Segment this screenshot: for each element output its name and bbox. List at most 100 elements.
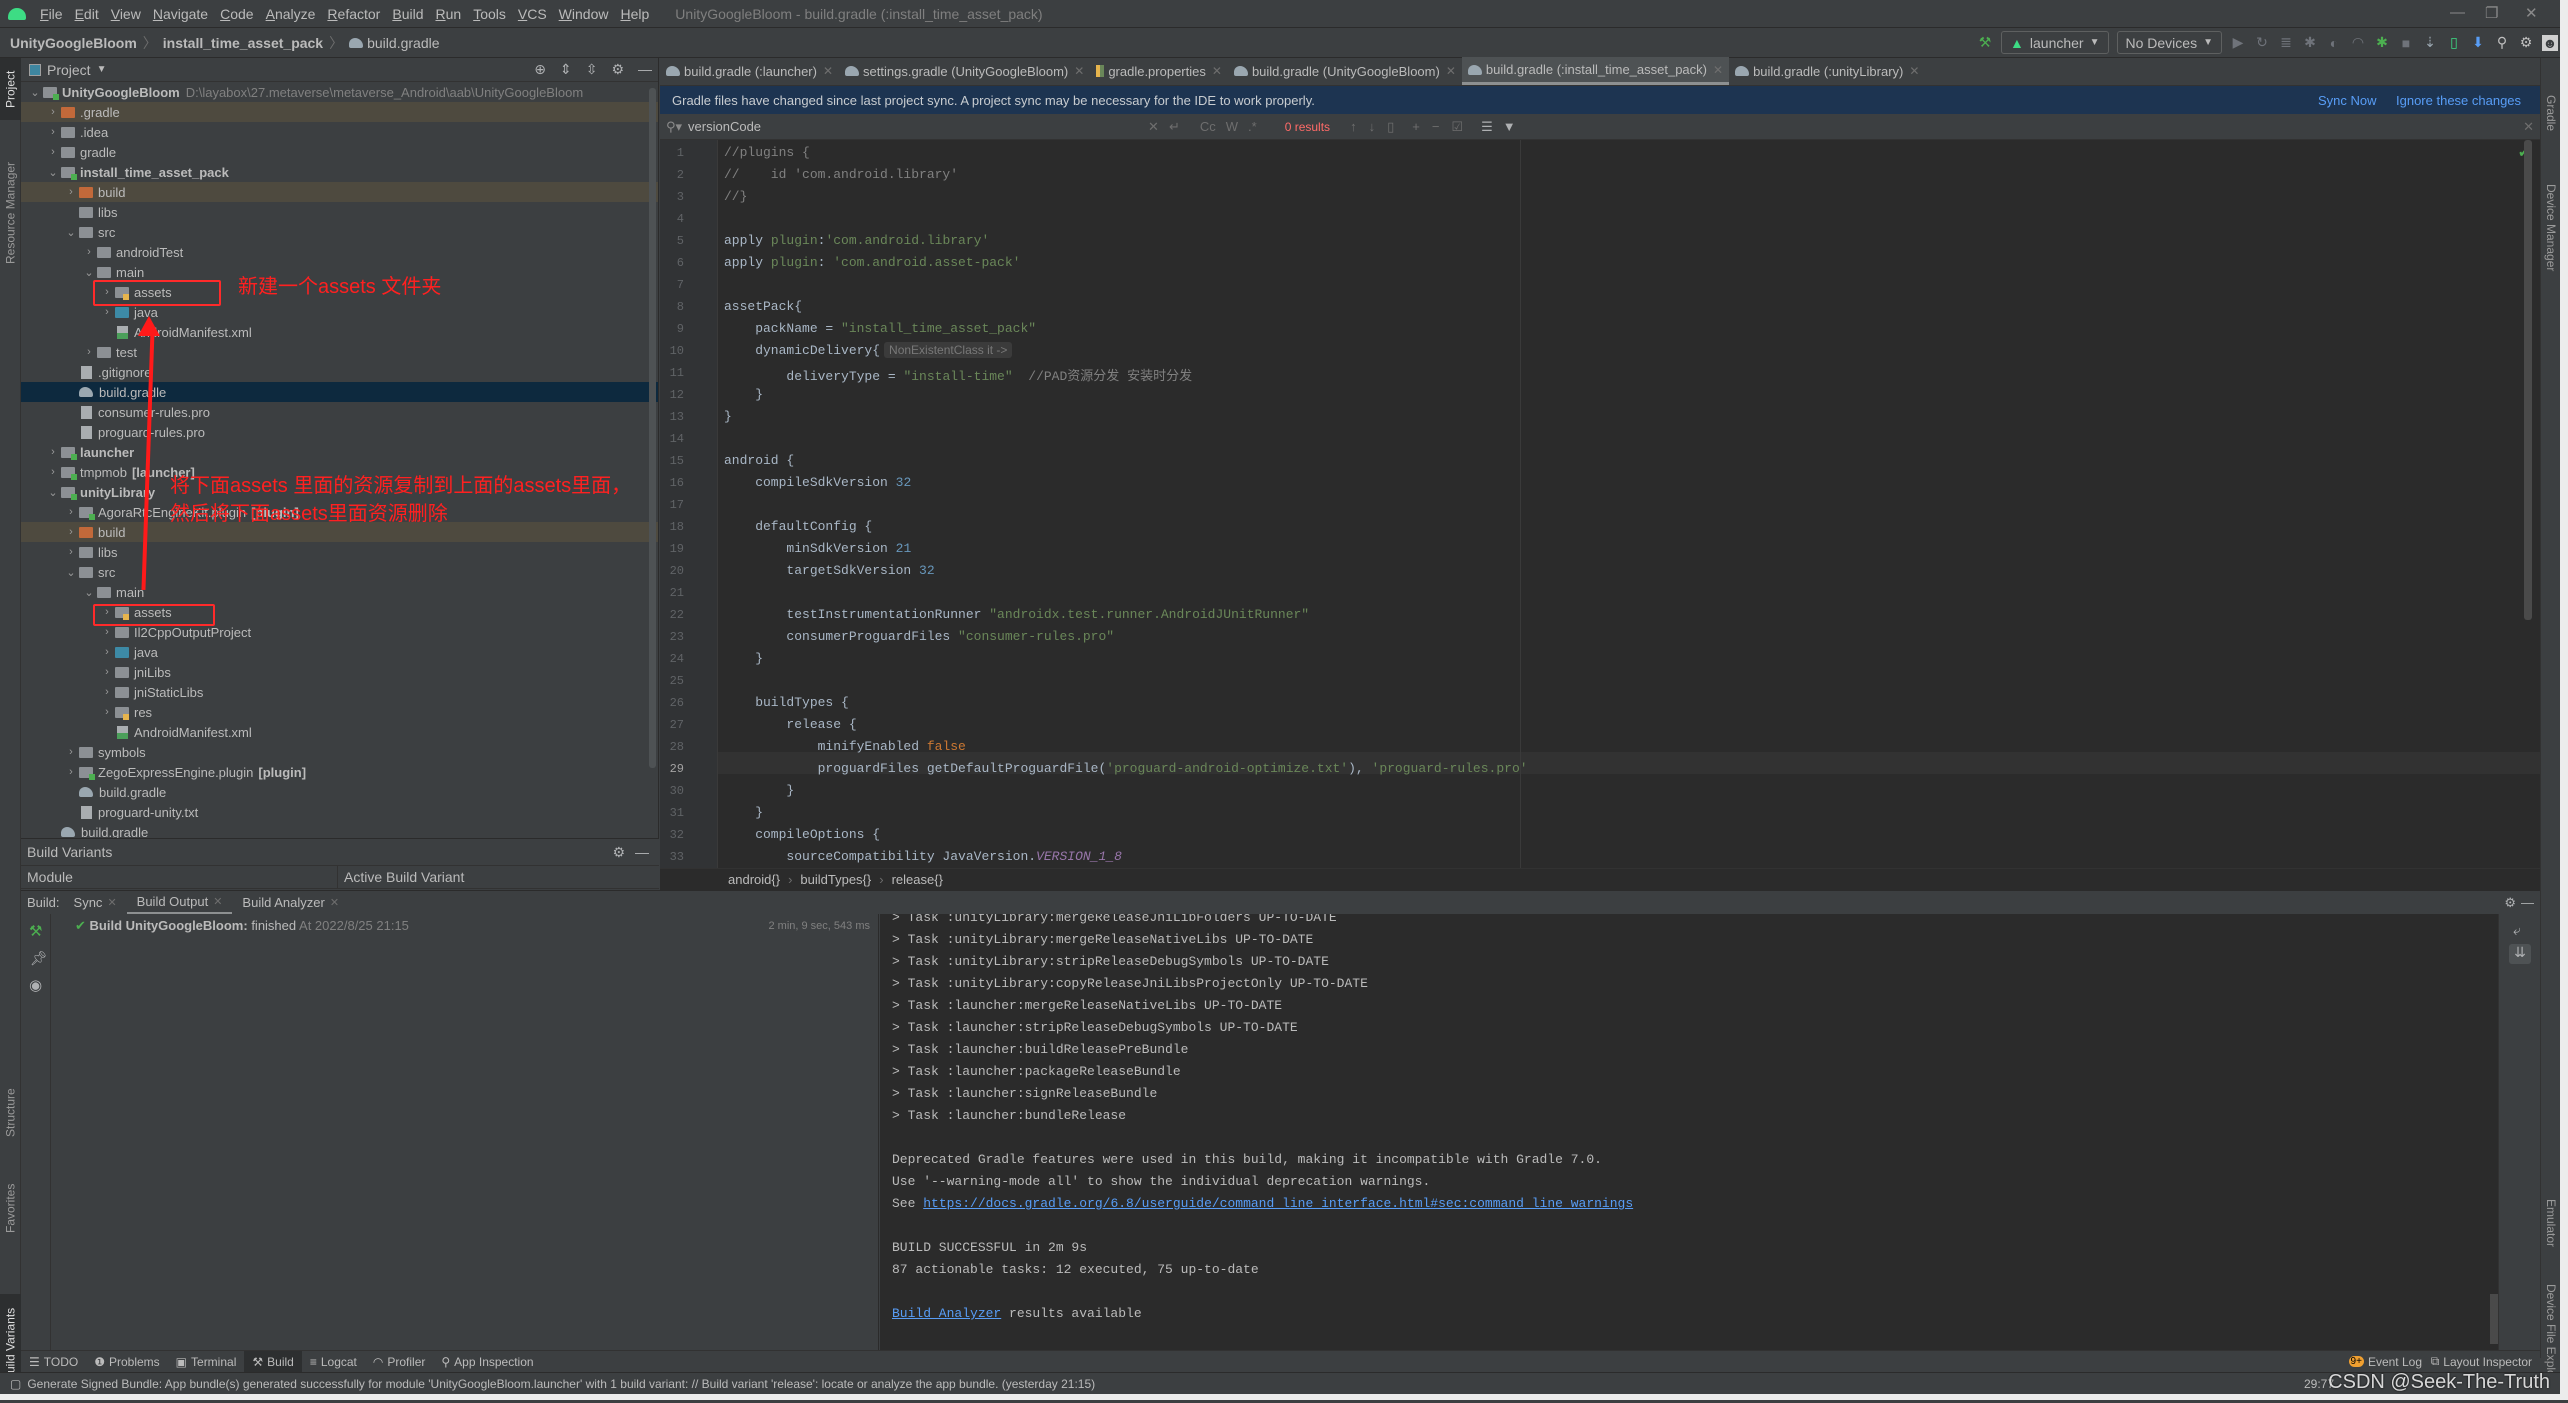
apply-changes-icon[interactable]: ↻: [2254, 34, 2270, 51]
console-scrollbar[interactable]: [2490, 1294, 2498, 1344]
add-occurrence-icon[interactable]: +: [1412, 119, 1420, 134]
hammer-build-icon[interactable]: ⚒: [1977, 34, 1993, 51]
next-occurrence-icon[interactable]: ↓: [1369, 119, 1376, 134]
tool-tab-favorites[interactable]: Favorites: [0, 1168, 21, 1248]
previous-occurrence-icon[interactable]: ↑: [1350, 119, 1357, 134]
tree-item[interactable]: build.gradle: [21, 822, 658, 838]
chevron-right-icon[interactable]: ›: [45, 106, 61, 118]
chevron-down-icon[interactable]: ⌄: [27, 86, 43, 99]
breadcrumb-module[interactable]: install_time_asset_pack: [163, 35, 323, 51]
chevron-down-icon[interactable]: ⌄: [45, 166, 61, 179]
pin-icon[interactable]: 📌︎: [30, 950, 48, 967]
menu-file[interactable]: File: [34, 6, 69, 22]
tool-button-todo[interactable]: ☰ TODO: [21, 1351, 86, 1373]
chevron-right-icon[interactable]: ›: [99, 686, 115, 698]
close-window-button[interactable]: ✕: [2525, 4, 2538, 22]
breadcrumb-project[interactable]: UnityGoogleBloom: [10, 35, 137, 51]
hammer-rebuild-icon[interactable]: ⚒: [29, 922, 42, 940]
column-active-build-variant[interactable]: Active Build Variant: [338, 866, 648, 888]
sync-now-link[interactable]: Sync Now: [2318, 93, 2377, 108]
new-line-icon[interactable]: ↵: [1169, 119, 1180, 135]
chevron-right-icon[interactable]: ›: [81, 246, 97, 258]
close-tab-icon[interactable]: ✕: [1074, 64, 1084, 78]
gear-icon[interactable]: ⚙: [2504, 895, 2516, 911]
profile-icon[interactable]: ◠: [2350, 34, 2366, 51]
match-case-toggle[interactable]: Cc: [1200, 119, 1216, 134]
tool-tab-gradle[interactable]: Gradle: [2541, 78, 2561, 148]
crumb-buildtypes[interactable]: buildTypes{}: [800, 872, 871, 887]
close-tab-icon[interactable]: ✕: [823, 64, 833, 78]
chevron-right-icon[interactable]: ›: [63, 186, 79, 198]
avatar-icon[interactable]: ☻: [2542, 34, 2558, 51]
build-analyzer-link[interactable]: Build Analyzer: [892, 1306, 1001, 1321]
chevron-right-icon[interactable]: ›: [45, 466, 61, 478]
chevron-right-icon[interactable]: ›: [63, 526, 79, 538]
menu-window[interactable]: Window: [553, 6, 615, 22]
code-editor[interactable]: 1 2 3 4 5 6 7 8 9 10 11 12 13 14 15 16 17 18 19 20 21 22 23 24 2…: [660, 140, 2540, 868]
coverage-icon[interactable]: ◐: [2326, 35, 2342, 51]
editor-scrollbar[interactable]: [2524, 140, 2532, 620]
build-tree-item[interactable]: ✔ Build UnityGoogleBloom: finished At 20…: [75, 918, 409, 934]
chevron-down-icon[interactable]: ⌄: [45, 486, 61, 499]
menu-build[interactable]: Build: [386, 6, 429, 22]
hide-icon[interactable]: —: [638, 61, 652, 78]
tree-item[interactable]: build.gradle: [21, 782, 658, 802]
tree-item[interactable]: › java: [21, 642, 658, 662]
chevron-down-icon[interactable]: ⌄: [81, 266, 97, 279]
gear-icon[interactable]: ⚙: [611, 61, 624, 78]
whole-words-toggle[interactable]: W: [1226, 119, 1238, 134]
build-console[interactable]: > Task :unityLibrary:mergeReleaseJniLibF…: [880, 914, 2498, 1350]
apply-code-changes-icon[interactable]: ≣: [2278, 34, 2294, 51]
tool-button-layout-inspector[interactable]: ⧉ Layout Inspector: [2423, 1351, 2540, 1373]
chevron-down-icon[interactable]: ⌄: [81, 586, 97, 599]
tree-item[interactable]: › ZegoExpressEngine.plugin [plugin]: [21, 762, 658, 782]
crumb-android[interactable]: android{}: [728, 872, 780, 887]
find-input[interactable]: [688, 119, 1149, 134]
tree-item[interactable]: proguard-rules.pro: [21, 422, 658, 442]
chevron-right-icon[interactable]: ›: [81, 346, 97, 358]
soft-wrap-icon[interactable]: ⤶: [2513, 922, 2521, 939]
run-icon[interactable]: ▶: [2230, 34, 2246, 51]
build-tab-sync[interactable]: Sync ✕: [64, 891, 127, 915]
device-manager-icon[interactable]: ▯: [2446, 34, 2462, 51]
close-tab-icon[interactable]: ✕: [1212, 64, 1222, 78]
close-tab-icon[interactable]: ✕: [330, 896, 339, 909]
run-config-select[interactable]: ▲ launcher ▼: [2001, 31, 2109, 54]
column-module[interactable]: Module: [21, 866, 338, 888]
hide-icon[interactable]: —: [2521, 895, 2534, 910]
chevron-right-icon[interactable]: ›: [99, 666, 115, 678]
menu-refactor[interactable]: Refactor: [321, 6, 386, 22]
tool-button-build[interactable]: ⚒ Build: [244, 1350, 302, 1373]
menu-run[interactable]: Run: [429, 6, 467, 22]
search-icon[interactable]: ⚲: [2494, 34, 2510, 51]
clear-search-icon[interactable]: ✕: [1148, 119, 1159, 135]
build-tab-build-analyzer[interactable]: Build Analyzer ✕: [232, 891, 349, 915]
toggle-selection-icon[interactable]: ☑: [1451, 119, 1463, 135]
tree-item[interactable]: › .idea: [21, 122, 658, 142]
breadcrumb-file[interactable]: build.gradle: [367, 35, 439, 51]
close-tab-icon[interactable]: ✕: [107, 896, 116, 909]
regex-toggle[interactable]: .*: [1248, 119, 1257, 134]
scroll-to-end-icon[interactable]: ⇊: [2509, 944, 2531, 964]
tree-item[interactable]: › gradle: [21, 142, 658, 162]
chevron-right-icon[interactable]: ›: [63, 506, 79, 518]
filter-options-icon[interactable]: ☰: [1481, 119, 1493, 135]
tree-item[interactable]: AndroidManifest.xml: [21, 322, 658, 342]
filter-icon[interactable]: ▼: [1503, 119, 1516, 134]
tree-item[interactable]: .gitignore: [21, 362, 658, 382]
tree-item[interactable]: › .gradle: [21, 102, 658, 122]
collapse-all-icon[interactable]: ⇳: [586, 61, 598, 78]
chevron-down-icon[interactable]: ⌄: [63, 566, 79, 579]
menu-edit[interactable]: Edit: [69, 6, 105, 22]
editor-tab[interactable]: settings.gradle (UnityGoogleBloom) ✕: [839, 57, 1090, 85]
menu-help[interactable]: Help: [614, 6, 655, 22]
ignore-changes-link[interactable]: Ignore these changes: [2396, 93, 2521, 108]
chevron-right-icon[interactable]: ›: [99, 646, 115, 658]
tree-item[interactable]: ⌄ UnityGoogleBloom D:\layabox\27.metaverse…: [21, 82, 658, 102]
remove-occurrence-icon[interactable]: −: [1432, 119, 1440, 134]
tool-button-profiler[interactable]: ◠ Profiler: [365, 1351, 434, 1373]
tree-item[interactable]: libs: [21, 202, 658, 222]
gear-icon[interactable]: ⚙: [2518, 34, 2534, 51]
editor-tab[interactable]: gradle.properties ✕: [1090, 57, 1228, 85]
menu-tools[interactable]: Tools: [467, 6, 512, 22]
